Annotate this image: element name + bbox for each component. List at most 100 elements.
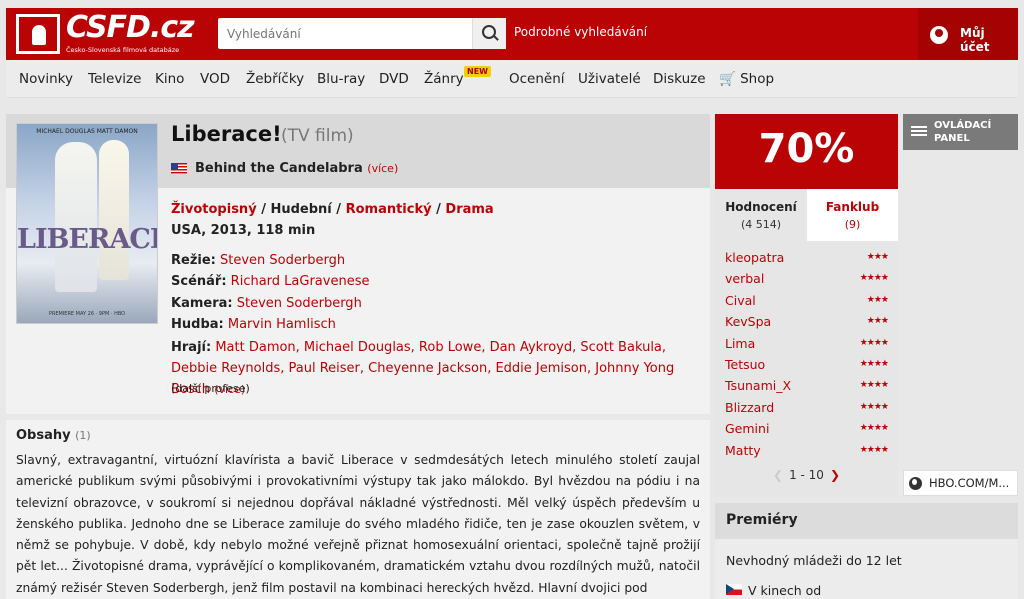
raters-pager: ❮ 1 - 10 ❯	[715, 468, 898, 482]
nav-oceneni[interactable]: Ocenění	[509, 71, 565, 87]
rater-name[interactable]: verbal	[725, 271, 764, 286]
official-site-link[interactable]: HBO.COM/M...	[903, 470, 1018, 496]
film-poster[interactable]: MICHAEL DOUGLAS MATT DAMON LIBERACE! PRE…	[16, 123, 158, 324]
genre-separator: /	[331, 202, 346, 217]
rating-percent: 70%	[758, 126, 855, 172]
nav-shop[interactable]: 🛒 Shop	[719, 71, 774, 87]
crew-link[interactable]: Steven Soderbergh	[220, 253, 345, 268]
search-box	[218, 18, 506, 49]
rater-stars: ★★★★	[859, 273, 889, 284]
premieres-box: Premiéry Nevhodný mládeži do 12 let V ki…	[715, 503, 1018, 599]
film-title: Liberace!	[171, 122, 282, 146]
tab-fanclub[interactable]: Fanklub (9)	[807, 189, 898, 241]
age-rating: Nevhodný mládeži do 12 let	[726, 553, 902, 568]
nav-vod[interactable]: VOD	[200, 71, 230, 87]
rater-stars: ★★★	[866, 252, 889, 262]
genre-link[interactable]: Drama	[445, 202, 493, 217]
genre-link[interactable]: Romantický	[346, 202, 432, 217]
rating-tabs: Hodnocení (4 514) Fanklub (9)	[715, 189, 898, 241]
tab-ratings[interactable]: Hodnocení (4 514)	[715, 189, 807, 241]
rater-stars: ★★★★	[859, 444, 889, 455]
rater-stars: ★★★★	[859, 337, 889, 348]
account-button[interactable]: Můj účet	[918, 8, 1018, 60]
nav-kino[interactable]: Kino	[155, 71, 184, 87]
nav-dvd[interactable]: DVD	[379, 71, 409, 87]
poster-names: MICHAEL DOUGLAS MATT DAMON	[36, 128, 138, 135]
rater-name[interactable]: Tetsuo	[725, 357, 765, 372]
tab-ratings-label: Hodnocení	[725, 200, 797, 214]
nav-diskuze[interactable]: Diskuze	[653, 71, 706, 87]
account-label: Můj účet	[960, 26, 990, 54]
poster-footer: PREMIERE MAY 26 · 9PM · HBO	[48, 311, 126, 317]
genre-text: Hudební	[270, 202, 332, 217]
premieres-header: Premiéry	[715, 503, 1018, 539]
rater-name[interactable]: Matty	[725, 443, 761, 458]
rater-stars: ★★★	[866, 316, 889, 327]
crew-label: Kamera:	[171, 296, 233, 311]
plot-text: Slavný, extravagantní, virtuózní klavíri…	[16, 453, 700, 595]
cz-flag-icon	[726, 584, 742, 595]
crew-link[interactable]: Marvin Hamlisch	[228, 317, 336, 332]
poster-figure	[99, 140, 129, 280]
nav-uzivatele[interactable]: Uživatelé	[578, 71, 641, 87]
official-site-label: HBO.COM/M...	[929, 476, 1010, 490]
nav-novinky[interactable]: Novinky	[19, 71, 73, 87]
nav-televize[interactable]: Televize	[88, 71, 141, 87]
alt-title-more-link[interactable]: (více)	[367, 162, 398, 175]
logo-icon	[16, 14, 60, 54]
rater-stars: ★★★★	[859, 423, 889, 434]
rater-stars: ★★★★	[859, 380, 889, 391]
rater-name[interactable]: Lima	[725, 336, 755, 351]
rater-name[interactable]: Tsunami_X	[725, 378, 791, 393]
menu-icon	[911, 126, 927, 128]
plot-section: Obsahy (1) Slavný, extravagantní, virtuó…	[6, 420, 710, 599]
site-header: CSFD.cz Česko-Slovenská filmová databáze…	[6, 8, 1018, 60]
tab-fanclub-label: Fanklub	[825, 200, 880, 214]
film-origin: USA, 2013, 118 min	[171, 223, 316, 238]
poster-figure	[55, 142, 97, 292]
cinema-release: V kinech od	[748, 583, 822, 598]
premieres-heading: Premiéry	[726, 512, 798, 528]
alt-title-text: Behind the Candelabra	[195, 161, 363, 176]
crew-directing: Režie: Steven Soderbergh	[171, 253, 345, 268]
globe-icon	[909, 477, 922, 490]
crew-label: Hudba:	[171, 317, 224, 332]
rater-name[interactable]: Cival	[725, 293, 756, 308]
rater-stars: ★★★★	[859, 359, 889, 369]
us-flag-icon	[171, 163, 187, 174]
rater-name[interactable]: kleopatra	[725, 250, 784, 265]
crew-link[interactable]: Richard LaGravenese	[231, 274, 370, 289]
nav-zanry[interactable]: Žánry	[424, 71, 464, 87]
control-panel-label: OVLÁDACÍ PANEL	[934, 120, 992, 144]
rater-name[interactable]: Blizzard	[725, 400, 774, 415]
user-icon	[930, 26, 948, 44]
rater-stars: ★★★★	[859, 401, 889, 412]
logo-text: CSFD.cz	[66, 10, 195, 45]
control-panel-button[interactable]: OVLÁDACÍ PANEL	[903, 114, 1018, 150]
crew-cast: Hrají: Matt Damon, Michael Douglas, Rob …	[171, 337, 701, 400]
site-logo[interactable]: CSFD.cz Česko-Slovenská filmová databáze	[16, 10, 195, 56]
tab-fanclub-count: (9)	[844, 218, 861, 231]
chevron-left-icon[interactable]: ❮	[773, 468, 783, 482]
crew-camera: Kamera: Steven Soderbergh	[171, 296, 362, 311]
search-input[interactable]	[218, 18, 468, 49]
advanced-search-link[interactable]: Podrobné vyhledávání	[514, 25, 647, 39]
plot-heading-text: Obsahy	[16, 428, 71, 443]
alt-title: Behind the Candelabra (více)	[195, 161, 398, 176]
more-professions-link[interactable]: (další profese)	[171, 382, 250, 395]
nav-zebricky[interactable]: Žebříčky	[246, 71, 304, 87]
rater-name[interactable]: Gemini	[725, 421, 769, 436]
chevron-right-icon[interactable]: ❯	[830, 468, 840, 482]
new-badge: NEW	[464, 66, 491, 77]
search-icon[interactable]	[472, 18, 506, 49]
genre-link[interactable]: Životopisný	[171, 202, 257, 217]
rater-stars: ★★★	[866, 294, 889, 305]
crew-writing: Scénář: Richard LaGravenese	[171, 274, 369, 289]
crew-link[interactable]: Steven Soderbergh	[237, 296, 362, 311]
nav-bluray[interactable]: Blu-ray	[317, 71, 365, 87]
genre-separator: /	[431, 202, 446, 217]
crew-music: Hudba: Marvin Hamlisch	[171, 317, 336, 332]
poster-title: LIBERACE!	[17, 224, 157, 255]
film-type: (TV film)	[281, 126, 354, 146]
rater-name[interactable]: KevSpa	[725, 314, 771, 329]
